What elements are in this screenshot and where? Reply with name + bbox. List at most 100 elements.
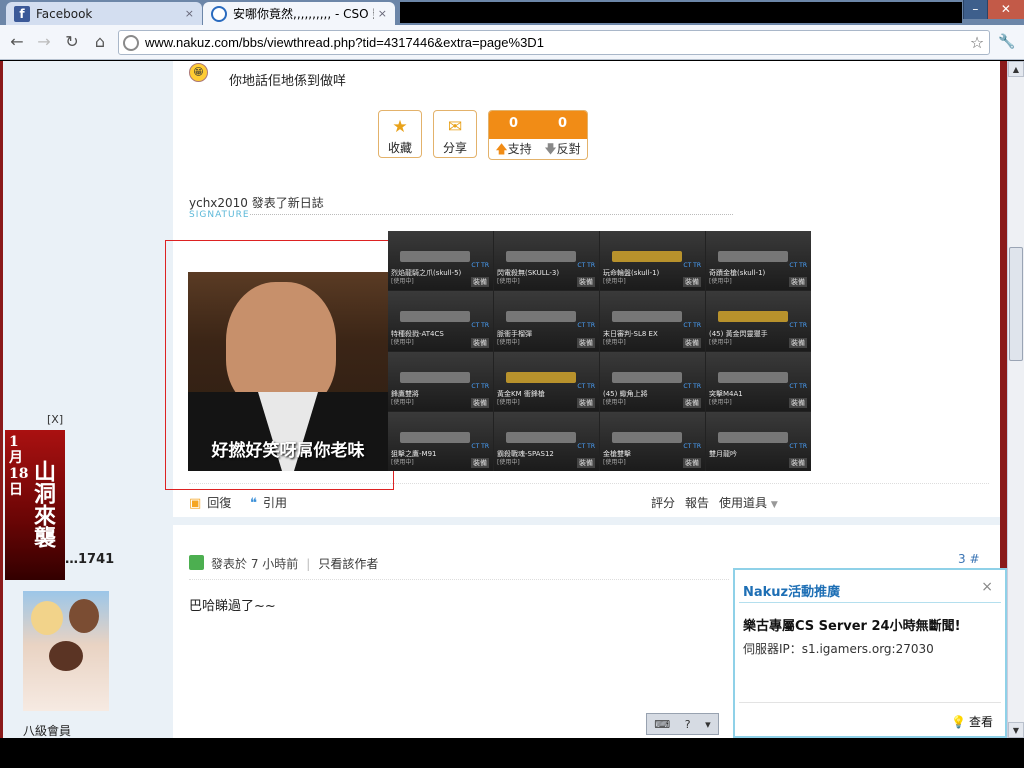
post-floor-number[interactable]: 3 # xyxy=(958,552,980,566)
vertical-scrollbar[interactable]: ▲ ▼ xyxy=(1007,61,1024,738)
quote-icon: ❝ xyxy=(250,496,257,511)
weapon-icon xyxy=(718,311,788,323)
quote-button[interactable]: ❝ 引用 xyxy=(250,494,287,511)
popup-close-icon[interactable]: × xyxy=(981,579,993,595)
tab-close-icon[interactable]: × xyxy=(378,7,387,20)
weapon-cell: CT TR 鋒鷹雙將 [使用中] 裝備 xyxy=(388,351,493,411)
image-highlight-box xyxy=(165,240,394,490)
star-icon: ★ xyxy=(392,117,408,137)
tab-nakuz-thread[interactable]: 安哪你竟然,,,,,,,,,, - CSO 影區 × xyxy=(203,2,395,25)
weapon-cell: CT TR 玩命輪盤(skull-1) [使用中] 裝備 xyxy=(600,231,705,291)
reload-button[interactable]: ↻ xyxy=(61,31,83,53)
promo-popup: Nakuz活動推廣 × 樂古專屬CS Server 24小時無斷聞! 伺服器IP… xyxy=(733,568,1007,738)
avatar[interactable] xyxy=(23,591,109,711)
tab-close-icon[interactable]: × xyxy=(185,7,194,20)
wrench-menu-icon[interactable]: 🔧 xyxy=(996,31,1018,53)
post-bubble-pointer xyxy=(148,601,172,625)
close-window-button[interactable]: ✕ xyxy=(986,0,1024,19)
favorite-label: 收藏 xyxy=(387,141,412,155)
help-icon[interactable]: ? xyxy=(685,718,691,731)
ime-toolbar[interactable]: ⌨ ? ▾ xyxy=(646,713,719,735)
weapon-status: [使用中] xyxy=(497,459,520,466)
popup-view-button[interactable]: 💡 查看 xyxy=(951,713,993,730)
url-text[interactable]: www.nakuz.com/bbs/viewthread.php?tid=431… xyxy=(145,35,965,50)
weapon-status: [使用中] xyxy=(603,398,626,406)
address-bar[interactable]: www.nakuz.com/bbs/viewthread.php?tid=431… xyxy=(118,30,990,55)
scroll-down-arrow-icon[interactable]: ▼ xyxy=(1008,722,1024,738)
rate-link[interactable]: 評分 xyxy=(651,494,675,511)
scroll-thumb[interactable] xyxy=(1009,247,1023,361)
report-link[interactable]: 報告 xyxy=(685,494,709,511)
reply-button[interactable]: ▣ 回復 xyxy=(189,494,231,511)
weapon-status: [使用中] xyxy=(391,338,414,346)
popup-divider xyxy=(739,602,1001,603)
weapon-icon xyxy=(506,431,576,443)
weapon-equip-tag: 裝備 xyxy=(683,337,701,348)
keyboard-icon[interactable]: ⌨ xyxy=(654,718,670,731)
post-meta: 發表於 7 小時前 | 只看該作者 xyxy=(211,557,379,571)
user-online-icon xyxy=(189,555,204,570)
weapon-status: [使用中] xyxy=(391,278,414,286)
weapon-icon xyxy=(400,311,470,323)
forward-button[interactable]: → xyxy=(33,31,55,53)
arrow-down-icon: 🡇 xyxy=(544,142,557,156)
post-message: 你地話佢地係到做咩 xyxy=(229,74,347,89)
weapon-icon xyxy=(400,431,470,443)
weapon-status: [使用中] xyxy=(391,398,414,406)
use-item-label: 使用道具 xyxy=(719,496,768,510)
popup-footer-divider xyxy=(739,702,1001,703)
tab-title: Facebook xyxy=(36,6,93,21)
popup-title: Nakuz活動推廣 xyxy=(743,585,841,600)
use-item-dropdown[interactable]: 使用道具 ▼ xyxy=(719,494,778,511)
signature-title[interactable]: ychx2010 發表了新日誌 xyxy=(189,194,324,211)
ad-close-button[interactable]: [X] xyxy=(47,413,63,426)
share-button[interactable]: ✉ 分享 xyxy=(433,110,477,158)
weapon-status: [使用中] xyxy=(497,338,520,346)
weapon-icon xyxy=(718,431,788,443)
bookmark-star-icon[interactable]: ☆ xyxy=(965,33,989,52)
facebook-favicon-icon: f xyxy=(14,5,30,22)
minimize-button[interactable]: – xyxy=(963,0,987,19)
home-button[interactable]: ⌂ xyxy=(89,31,111,53)
weapon-status: [使用中] xyxy=(391,459,414,466)
weapon-cell: CT TR 奇蹟金槍(skull-1) [使用中] 裝備 xyxy=(706,231,811,291)
oppose-button[interactable]: 🡇反對 xyxy=(538,139,587,159)
avatar-figure xyxy=(69,599,99,633)
signature-label: SIGNATURE xyxy=(189,210,250,220)
weapon-equip-tag: 裝備 xyxy=(471,337,489,348)
weapon-icon xyxy=(718,251,788,262)
weapon-status: [使用中] xyxy=(709,338,732,346)
weapon-cell: CT TR 霸殺戰魂-SPAS12 [使用中] 裝備 xyxy=(494,411,599,471)
weapon-cell: CT TR 雙月龍吟 裝備 xyxy=(706,411,811,471)
weapon-cell: CT TR 特種殺戮-AT4CS [使用中] 裝備 xyxy=(388,291,493,351)
favorite-button[interactable]: ★ 收藏 xyxy=(378,110,422,158)
weapon-equip-tag: 裝備 xyxy=(789,337,807,348)
weapon-status: [使用中] xyxy=(497,278,520,286)
tab-strip: f Facebook × 安哪你竟然,,,,,,,,,, - CSO 影區 × … xyxy=(0,0,1024,25)
only-author-link[interactable]: 只看該作者 xyxy=(318,557,378,571)
tab-facebook[interactable]: f Facebook × xyxy=(6,2,202,25)
weapon-cell: CT TR (45) 黃金閃靈獵手 [使用中] 裝備 xyxy=(706,291,811,351)
post-header-divider xyxy=(189,579,729,580)
weapon-cell: CT TR 狙擊之鷹-M91 [使用中] 裝備 xyxy=(388,411,493,471)
weapon-cell: CT TR 突擊M4A1 [使用中] 裝備 xyxy=(706,351,811,411)
support-button[interactable]: 🡅支持 xyxy=(489,139,538,159)
vote-widget: 0 0 🡅支持 🡇反對 xyxy=(488,110,588,160)
back-button[interactable]: ← xyxy=(6,31,28,53)
post-time: 發表於 7 小時前 xyxy=(211,557,299,571)
tab-title: 安哪你竟然,,,,,,,,,, - CSO 影區 xyxy=(233,7,374,21)
username[interactable]: …1741 xyxy=(65,552,114,567)
weapon-icon xyxy=(612,311,682,323)
weapon-equip-tag: 裝備 xyxy=(683,397,701,408)
ime-menu-icon[interactable]: ▾ xyxy=(705,718,711,731)
weapon-cell: CT TR (45) 蠍角上將 [使用中] 裝備 xyxy=(600,351,705,411)
weapon-status: [使用中] xyxy=(603,338,626,346)
avatar-figure xyxy=(49,641,83,671)
weapon-status: [使用中] xyxy=(603,278,626,286)
popup-message[interactable]: 樂古專屬CS Server 24小時無斷聞! xyxy=(743,615,961,634)
scroll-up-arrow-icon[interactable]: ▲ xyxy=(1008,61,1024,77)
ad-banner[interactable]: 1月18日 山洞來襲 xyxy=(5,430,65,580)
weapon-equip-tag: 裝備 xyxy=(683,277,701,288)
popup-server-ip: 伺服器IP：s1.igamers.org:27030 xyxy=(743,642,934,656)
weapon-icon xyxy=(506,371,576,383)
